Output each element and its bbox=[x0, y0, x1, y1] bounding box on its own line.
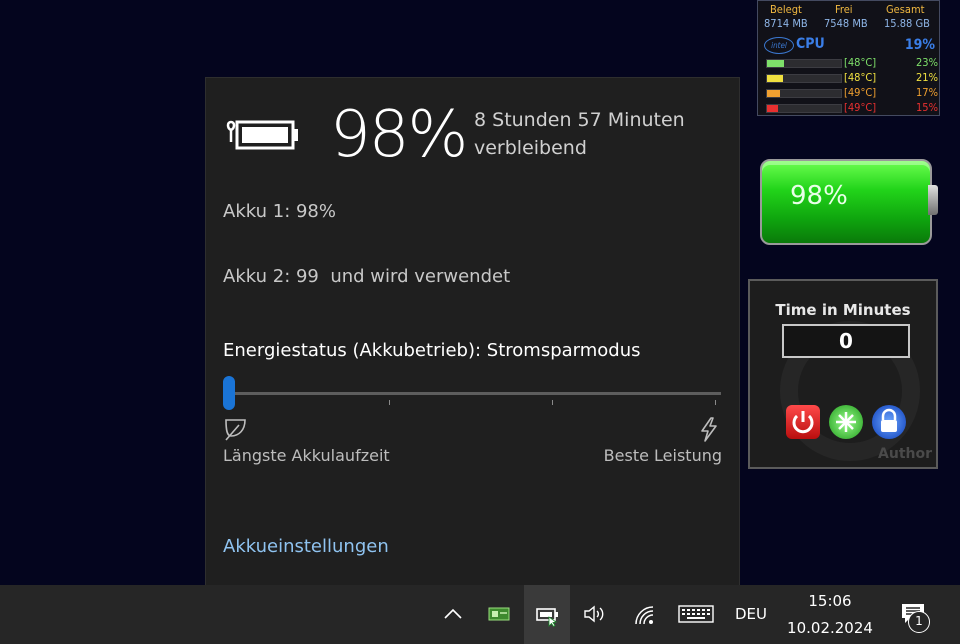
slider-tick bbox=[389, 400, 390, 405]
power-mode-slider[interactable] bbox=[223, 376, 721, 410]
action-center-button[interactable]: 1 bbox=[892, 585, 938, 644]
battery-percent: 98% bbox=[330, 98, 468, 172]
touch-keyboard-button[interactable] bbox=[674, 585, 718, 644]
leaf-icon bbox=[225, 419, 246, 441]
slider-track[interactable] bbox=[223, 392, 721, 395]
cpu-core-bar bbox=[766, 89, 842, 98]
battery-2-status: Akku 2: 99 und wird verwendet bbox=[223, 266, 511, 287]
slider-left-label: Längste Akkulaufzeit bbox=[223, 446, 390, 465]
battery-gadget-percent: 98% bbox=[790, 181, 848, 211]
gpu-tray-button[interactable] bbox=[480, 585, 518, 644]
memory-used-header: Belegt bbox=[770, 3, 802, 16]
cpu-core-temperature: [49°C] bbox=[844, 101, 877, 114]
memory-used-value: 8714 MB bbox=[764, 17, 808, 30]
system-monitor-gadget: Belegt Frei Gesamt 8714 MB 7548 MB 15.88… bbox=[757, 0, 940, 116]
timer-minutes-input[interactable]: 0 bbox=[782, 324, 910, 358]
cpu-core-bar-fill bbox=[767, 75, 783, 82]
slider-right-label: Beste Leistung bbox=[603, 446, 722, 465]
cpu-core-bar bbox=[766, 74, 842, 83]
cpu-core-bar-fill bbox=[767, 60, 784, 67]
power-mode-label: Energiestatus (Akkubetrieb): Stromsparmo… bbox=[223, 340, 641, 361]
cpu-core-temperature: [48°C] bbox=[844, 71, 877, 84]
chevron-up-icon bbox=[444, 608, 462, 619]
intel-logo: intel bbox=[764, 37, 794, 54]
cpu-core-percent: 15% bbox=[916, 101, 938, 114]
power-icon bbox=[792, 411, 814, 434]
cpu-core-temperature: [48°C] bbox=[844, 56, 877, 69]
slider-thumb[interactable] bbox=[223, 376, 235, 410]
sleep-button[interactable] bbox=[829, 405, 863, 439]
battery-1-status: Akku 1: 98% bbox=[223, 201, 336, 222]
memory-total-header: Gesamt bbox=[886, 3, 925, 16]
volume-icon bbox=[584, 605, 604, 623]
cpu-core-bar bbox=[766, 59, 842, 68]
cpu-label: CPU bbox=[796, 36, 825, 52]
show-hidden-icons-button[interactable] bbox=[435, 585, 471, 644]
cpu-total-percent: 19% bbox=[904, 37, 935, 53]
cpu-core-percent: 23% bbox=[916, 56, 938, 69]
lock-icon bbox=[881, 408, 897, 432]
taskbar: DEU 15:06 10.02.2024 1 bbox=[0, 585, 960, 644]
wifi-icon bbox=[635, 606, 654, 625]
memory-free-value: 7548 MB bbox=[824, 17, 868, 30]
memory-total-value: 15.88 GB bbox=[884, 17, 930, 30]
clock-date[interactable]: 10.02.2024 bbox=[780, 619, 880, 637]
power-button[interactable] bbox=[786, 405, 820, 439]
cpu-core-percent: 21% bbox=[916, 71, 938, 84]
cpu-core-bar-fill bbox=[767, 105, 778, 112]
memory-free-header: Frei bbox=[835, 3, 853, 16]
lightning-icon bbox=[701, 417, 717, 442]
time-remaining: 8 Stunden 57 Minuten verbleibend bbox=[474, 109, 685, 159]
cpu-core-row: [48°C] 23% bbox=[766, 56, 938, 69]
battery-icon bbox=[226, 120, 298, 150]
clock-time[interactable]: 15:06 bbox=[790, 592, 870, 610]
cpu-core-row: [49°C] 15% bbox=[766, 101, 938, 114]
battery-settings-link[interactable]: Akkueinstellungen bbox=[223, 536, 389, 557]
timer-author: Author bbox=[878, 446, 932, 462]
network-button[interactable] bbox=[627, 585, 663, 644]
battery-tray-button[interactable] bbox=[524, 585, 570, 644]
sleep-icon bbox=[836, 412, 856, 432]
slider-tick bbox=[552, 400, 553, 405]
cpu-core-bar bbox=[766, 104, 842, 113]
cpu-core-row: [48°C] 21% bbox=[766, 71, 938, 84]
battery-gadget: 98% bbox=[758, 157, 940, 245]
timer-title: Time in Minutes bbox=[775, 301, 911, 319]
shutdown-timer-gadget: Time in Minutes 0 Author bbox=[748, 279, 938, 469]
cpu-core-bar-fill bbox=[767, 90, 780, 97]
cpu-core-temperature: [49°C] bbox=[844, 86, 877, 99]
volume-button[interactable] bbox=[578, 585, 614, 644]
keyboard-icon bbox=[678, 605, 714, 623]
battery-flyout: 98% 8 Stunden 57 Minuten verbleibend Akk… bbox=[205, 77, 740, 586]
cpu-core-percent: 17% bbox=[916, 86, 938, 99]
input-language-indicator[interactable]: DEU bbox=[735, 605, 767, 623]
battery-tray-icon bbox=[536, 608, 558, 627]
slider-tick bbox=[715, 400, 716, 405]
lock-button[interactable] bbox=[872, 405, 906, 439]
gpu-tray-icon bbox=[488, 607, 510, 621]
notification-count-badge: 1 bbox=[908, 611, 930, 633]
cpu-core-row: [49°C] 17% bbox=[766, 86, 938, 99]
battery-gadget-cap bbox=[928, 185, 938, 215]
